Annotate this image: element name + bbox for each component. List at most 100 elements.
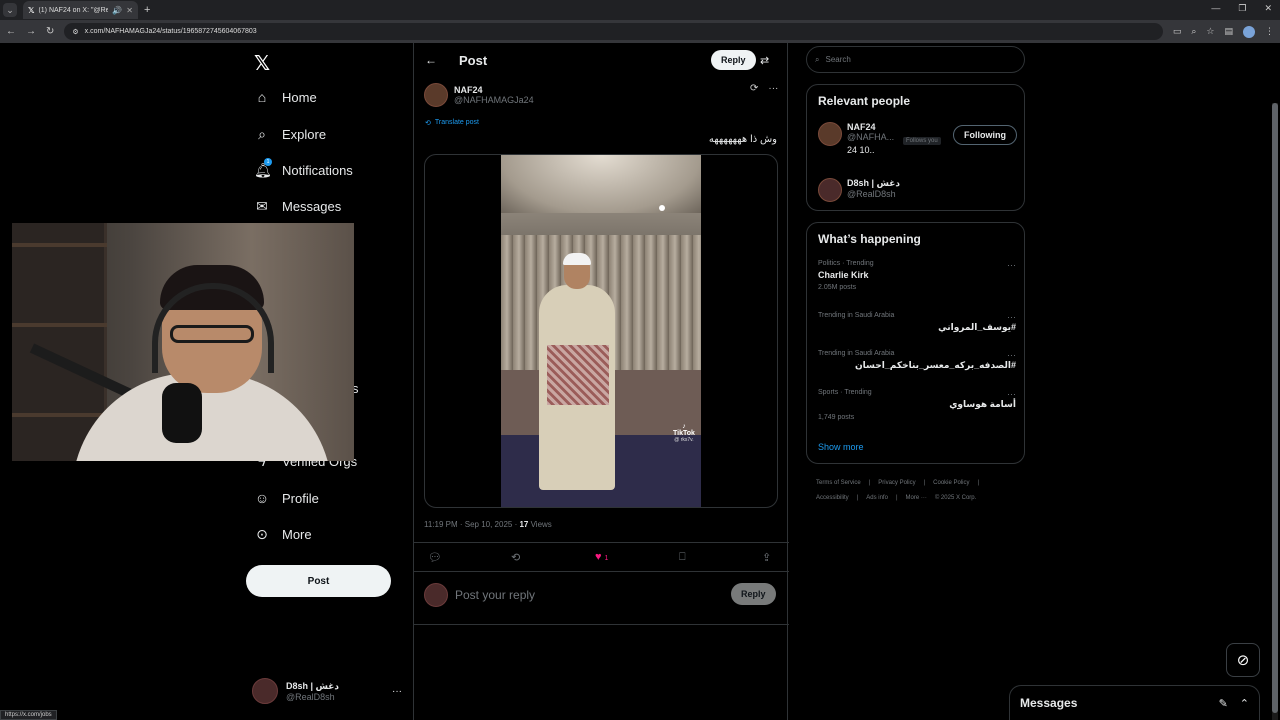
like-button[interactable]: ♥ 1 [595, 551, 608, 563]
footer-link[interactable]: Cookie Policy [933, 480, 969, 486]
bookmark-icon[interactable]: ⎕ [679, 551, 686, 564]
relevant-person[interactable]: NAF24 @NAFHA... 24 10.. [818, 122, 894, 155]
extensions-icon[interactable]: ▤ [1224, 26, 1233, 38]
nav-profile[interactable]: ☺ Profile [254, 490, 319, 506]
post-meta: 11:19 PM · Sep 10, 2025 · 17 Views [424, 520, 552, 529]
page-title: Post [459, 52, 488, 68]
footer-separator: | [856, 495, 859, 501]
close-tab-icon[interactable]: ✕ [126, 6, 133, 15]
more-dots-icon[interactable]: ··· [1007, 350, 1016, 360]
repost-icon[interactable]: ⟲ [511, 551, 520, 564]
messages-drawer[interactable]: Messages ✎ ⌃ [1009, 685, 1260, 720]
grok-button[interactable]: ⊘ [1226, 643, 1260, 677]
reply-top-button[interactable]: Reply [711, 50, 756, 70]
author-name[interactable]: NAF24 [454, 85, 534, 95]
person-name[interactable]: NAF24 [847, 122, 894, 132]
nav-notifications[interactable]: 🔔︎ 1 Notifications [254, 158, 353, 179]
trend-item[interactable]: Politics · Trending Charlie Kirk 2.05M p… [818, 260, 1016, 291]
video-frame[interactable]: ♪ TikTok @ rks7v. [501, 155, 701, 507]
more-dots-icon[interactable]: ··· [1007, 312, 1016, 322]
search-icon: ⌕ [815, 54, 820, 64]
footer-link[interactable]: Accessibility [816, 495, 849, 501]
show-more-link[interactable]: Show more [818, 442, 864, 452]
zoom-icon[interactable]: ⌕ [1191, 26, 1196, 38]
footer-link[interactable]: Privacy Policy [878, 480, 915, 486]
more-dots-icon[interactable]: ··· [1007, 260, 1016, 270]
tab-search-button[interactable]: ⌄ [3, 3, 17, 17]
search-icon: ⌕ [258, 126, 266, 142]
site-info-icon[interactable]: ⚙ [72, 28, 78, 36]
close-window-icon[interactable]: ✕ [1264, 3, 1272, 14]
new-message-icon[interactable]: ✎ [1219, 697, 1228, 710]
trend-item[interactable]: Sports · Trending أسامة هوساوي 1,749 pos… [818, 389, 1016, 421]
post-media[interactable]: ♪ TikTok @ rks7v. [424, 154, 778, 508]
nav-more[interactable]: ⊙ More [254, 526, 312, 543]
nav-explore[interactable]: ⌕ Explore [254, 126, 326, 143]
nav-home[interactable]: ⌂ Home [254, 89, 317, 105]
reload-icon[interactable]: ↻ [46, 26, 54, 37]
tiktok-handle: @ rks7v. [674, 437, 694, 443]
minimize-icon[interactable]: — [1211, 3, 1220, 14]
x-page: 𝕏 ⌂ Home ⌕ Explore 🔔︎ 1 Notifications ✉ M… [0, 43, 1280, 720]
account-switcher[interactable]: D8sh | دغش @RealD8sh ··· [252, 675, 402, 707]
grok-icon[interactable]: ⟳ [750, 83, 758, 94]
avatar[interactable] [424, 83, 448, 107]
post-author[interactable]: NAF24 @NAFHAMAGJa24 [424, 83, 534, 107]
glasses-icon [170, 325, 254, 343]
footer-link[interactable]: Ads info [866, 495, 888, 501]
nav-home-label: Home [282, 89, 317, 105]
avatar[interactable] [818, 122, 842, 146]
post-actions: 💬︎ ⟲ ♥ 1 ⎕ ⇪ [414, 542, 789, 572]
shelf-board [12, 323, 107, 327]
account-handle: @RealD8sh [286, 691, 335, 702]
sliders-icon[interactable]: ⇄ [760, 54, 769, 67]
more-dots-icon[interactable]: ··· [1007, 389, 1016, 399]
x-logo-icon[interactable]: 𝕏 [254, 51, 270, 76]
person-handle[interactable]: @RealD8sh [847, 189, 900, 199]
back-arrow-icon[interactable]: ← [425, 53, 437, 67]
address-bar[interactable]: ⚙ x.com/NAFHAMAGJa24/status/196587274560… [64, 23, 1163, 40]
trend-title: #يوسف_المرواني [938, 322, 1016, 332]
status-bar-url: https://x.com/jobs [0, 710, 57, 720]
follows-you-badge: Follows you [903, 137, 941, 145]
post-button[interactable]: Post [246, 565, 391, 597]
reply-icon[interactable]: 💬︎ [428, 551, 442, 564]
tiktok-label: TikTok [673, 430, 695, 437]
more-dots-icon[interactable]: ··· [768, 83, 778, 94]
following-button[interactable]: Following [953, 125, 1017, 145]
search-input[interactable]: ⌕ Search [806, 46, 1025, 73]
reply-input[interactable]: Post your reply [455, 588, 535, 602]
person-handle[interactable]: @NAFHA... [847, 132, 894, 142]
post-time[interactable]: 11:19 PM · Sep 10, 2025 · [424, 520, 519, 529]
expand-icon[interactable]: ⌃ [1240, 697, 1249, 710]
video-cap [563, 253, 591, 265]
new-tab-icon[interactable]: + [144, 4, 150, 16]
footer-separator: | [977, 480, 980, 486]
nav-messages[interactable]: ✉ Messages [254, 198, 341, 215]
bookmark-star-icon[interactable]: ☆ [1206, 26, 1214, 38]
author-handle[interactable]: @NAFHAMAGJa24 [454, 95, 534, 105]
relevant-person[interactable]: D8sh | دغش @RealD8sh [818, 178, 900, 202]
person-name[interactable]: D8sh | دغش [847, 178, 900, 189]
scrollbar-thumb[interactable] [1272, 103, 1278, 713]
trend-context: Trending in Saudi Arabia [818, 312, 895, 319]
microphone-icon [162, 383, 202, 443]
trend-item[interactable]: Trending in Saudi Arabia #الصدفه_بركه_مع… [818, 350, 1016, 371]
profile-avatar-icon[interactable] [1243, 25, 1255, 38]
avatar[interactable] [818, 178, 842, 202]
cast-icon[interactable]: ▭ [1173, 26, 1182, 38]
restore-icon[interactable]: ❐ [1238, 3, 1246, 14]
translate-post-link[interactable]: ⟲ Translate post [425, 119, 479, 127]
footer-link[interactable]: More ··· [906, 495, 927, 501]
browser-tab[interactable]: 𝕏 (1) NAF24 on X: "@RealD8... 🔊 ✕ [23, 1, 138, 19]
reply-button[interactable]: Reply [731, 583, 776, 605]
share-icon[interactable]: ⇪ [762, 551, 771, 564]
forward-icon[interactable]: → [26, 26, 36, 37]
page-scrollbar[interactable] [1272, 103, 1278, 720]
footer-link[interactable]: Terms of Service [816, 480, 861, 486]
back-icon[interactable]: ← [6, 26, 16, 37]
shelf-board [12, 413, 107, 417]
speaker-icon[interactable]: 🔊 [112, 6, 122, 15]
trend-item[interactable]: Trending in Saudi Arabia #يوسف_المرواني … [818, 312, 1016, 333]
browser-menu-icon[interactable]: ⋮ [1265, 26, 1274, 38]
